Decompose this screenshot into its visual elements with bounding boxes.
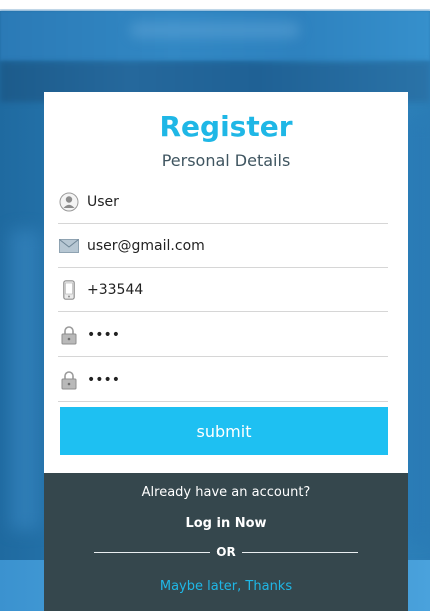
email-field[interactable]: user@gmail.com xyxy=(58,224,388,268)
background-blur xyxy=(130,22,300,38)
already-have-account-text: Already have an account? xyxy=(141,485,311,500)
divider-line xyxy=(94,551,211,553)
user-icon xyxy=(59,192,79,212)
login-footer: Already have an account? Log in Now OR M… xyxy=(44,473,408,611)
divider-line xyxy=(241,551,359,553)
lock-icon xyxy=(59,370,79,390)
phone-icon xyxy=(59,279,79,300)
maybe-later-link[interactable]: Maybe later, Thanks xyxy=(44,579,408,594)
login-now-link[interactable]: Log in Now xyxy=(44,516,408,531)
envelope-icon xyxy=(59,236,79,256)
username-field[interactable]: User xyxy=(58,180,388,224)
or-text: OR xyxy=(216,545,236,559)
confirm-password-value: •••• xyxy=(87,371,121,388)
phone-field[interactable]: +33544 xyxy=(58,268,388,312)
password-value: •••• xyxy=(87,326,121,343)
confirm-password-field[interactable]: •••• xyxy=(58,358,388,402)
background-blur xyxy=(10,230,40,530)
top-strip xyxy=(0,0,430,9)
register-card: Register Personal Details User user@gmai… xyxy=(44,92,408,611)
email-value: user@gmail.com xyxy=(87,237,205,254)
password-field[interactable]: •••• xyxy=(58,313,388,357)
background-blur xyxy=(405,120,430,540)
section-subtitle: Personal Details xyxy=(161,151,291,170)
phone-value: +33544 xyxy=(87,281,144,298)
or-divider: OR xyxy=(94,543,359,561)
submit-button[interactable]: submit xyxy=(60,407,388,455)
lock-icon xyxy=(59,325,79,345)
page-title: Register xyxy=(159,110,293,143)
username-value: User xyxy=(87,193,119,210)
